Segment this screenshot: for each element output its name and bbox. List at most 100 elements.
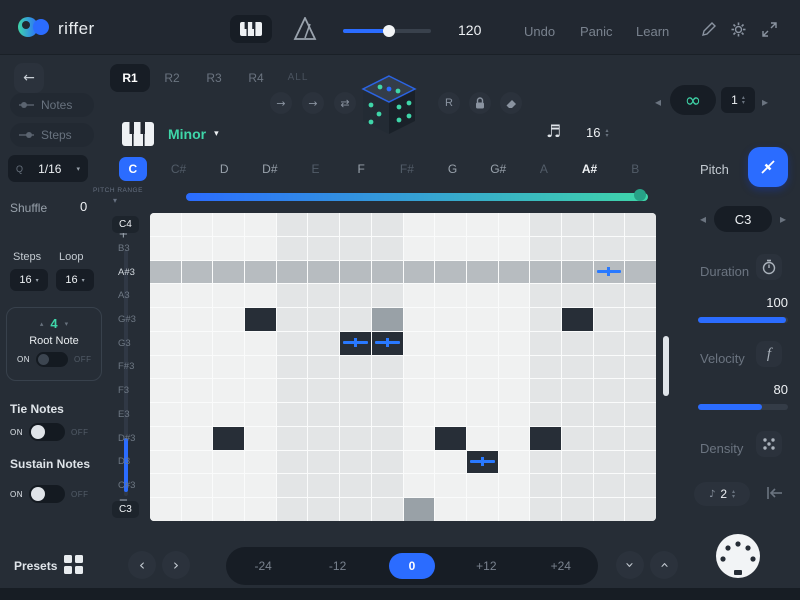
loop-mode-button[interactable]: ∞ xyxy=(670,85,716,115)
grid-cell-as3-16[interactable] xyxy=(625,261,656,284)
shift-left-button[interactable]: → xyxy=(270,92,292,114)
root-note-toggle[interactable] xyxy=(36,352,68,367)
sustain-notes-toggle[interactable] xyxy=(29,485,65,503)
grid-cell-cs3-2[interactable] xyxy=(182,474,213,497)
grid-cell-c4-3[interactable] xyxy=(213,213,244,236)
grid-cell-c4-8[interactable] xyxy=(372,213,403,236)
grid-cell-g3-5[interactable] xyxy=(277,332,308,355)
grid-cell-f3-4[interactable] xyxy=(245,379,276,402)
grid-cell-a3-2[interactable] xyxy=(182,284,213,307)
grid-cell-a3-3[interactable] xyxy=(213,284,244,307)
grid-cell-gs3-16[interactable] xyxy=(625,308,656,331)
grid-cell-f3-5[interactable] xyxy=(277,379,308,402)
grid-cell-cs3-11[interactable] xyxy=(467,474,498,497)
grid-cell-fs3-1[interactable] xyxy=(150,356,181,379)
grid-cell-as3-7[interactable] xyxy=(340,261,371,284)
grid-cell-fs3-14[interactable] xyxy=(562,356,593,379)
grid-cell-as3-5[interactable] xyxy=(277,261,308,284)
note-header-d[interactable]: D xyxy=(201,155,247,183)
grid-cell-g3-8[interactable] xyxy=(372,332,403,355)
grid-cell-c4-7[interactable] xyxy=(340,213,371,236)
grid-cell-c4-14[interactable] xyxy=(562,213,593,236)
grid-cell-a3-10[interactable] xyxy=(435,284,466,307)
tempo-slider-knob[interactable] xyxy=(383,25,395,37)
grid-cell-d3-6[interactable] xyxy=(308,451,339,474)
grid-cell-f3-2[interactable] xyxy=(182,379,213,402)
grid-cell-as3-2[interactable] xyxy=(182,261,213,284)
grid-cell-e3-5[interactable] xyxy=(277,403,308,426)
grid-cell-e3-10[interactable] xyxy=(435,403,466,426)
grid-cell-cs3-8[interactable] xyxy=(372,474,403,497)
grid-cell-g3-7[interactable] xyxy=(340,332,371,355)
steps-mode-button[interactable]: Steps xyxy=(10,123,94,147)
caret-up-icon[interactable]: ▴ xyxy=(40,320,44,328)
note-header-ds[interactable]: D# xyxy=(247,155,293,183)
riff-tab-r3[interactable]: R3 xyxy=(194,64,234,92)
loop-next-chevron[interactable]: ▸ xyxy=(762,95,768,109)
note-header-a[interactable]: A xyxy=(521,155,567,183)
grid-cell-ds3-16[interactable] xyxy=(625,427,656,450)
grid-cell-f3-16[interactable] xyxy=(625,379,656,402)
grid-cell-d3-7[interactable] xyxy=(340,451,371,474)
grid-cell-d3-3[interactable] xyxy=(213,451,244,474)
grid-cell-e3-14[interactable] xyxy=(562,403,593,426)
grid-cell-b3-13[interactable] xyxy=(530,237,561,260)
pitch-range-caret-icon[interactable]: ▾ xyxy=(113,196,117,205)
transpose-0[interactable]: 0 xyxy=(389,553,435,579)
grid-cell-cs3-4[interactable] xyxy=(245,474,276,497)
note-header-gs[interactable]: G# xyxy=(475,155,521,183)
grid-cell-b3-6[interactable] xyxy=(308,237,339,260)
grid-cell-b3-16[interactable] xyxy=(625,237,656,260)
grid-cell-ds3-6[interactable] xyxy=(308,427,339,450)
grid-cell-ds3-5[interactable] xyxy=(277,427,308,450)
transpose--12[interactable]: -12 xyxy=(315,553,361,579)
grid-cell-f3-8[interactable] xyxy=(372,379,403,402)
grid-cell-g3-12[interactable] xyxy=(499,332,530,355)
grid-cell-gs3-8[interactable] xyxy=(372,308,403,331)
grid-cell-ds3-4[interactable] xyxy=(245,427,276,450)
grid-cell-b3-8[interactable] xyxy=(372,237,403,260)
grid-cell-g3-13[interactable] xyxy=(530,332,561,355)
transpose-+12[interactable]: +12 xyxy=(463,553,509,579)
grid-cell-cs3-9[interactable] xyxy=(404,474,435,497)
grid-cell-as3-6[interactable] xyxy=(308,261,339,284)
riff-tab-all[interactable]: ALL xyxy=(278,64,318,92)
grid-cell-cs3-5[interactable] xyxy=(277,474,308,497)
grid-cell-a3-8[interactable] xyxy=(372,284,403,307)
grid-cell-gs3-13[interactable] xyxy=(530,308,561,331)
grid-cell-as3-14[interactable] xyxy=(562,261,593,284)
grid-cell-gs3-5[interactable] xyxy=(277,308,308,331)
grid-cell-a3-14[interactable] xyxy=(562,284,593,307)
grid-cell-as3-1[interactable] xyxy=(150,261,181,284)
root-note-stepper[interactable]: ▴ 4 ▾ xyxy=(7,316,101,331)
grid-cell-e3-7[interactable] xyxy=(340,403,371,426)
grid-cell-fs3-2[interactable] xyxy=(182,356,213,379)
transpose--24[interactable]: -24 xyxy=(240,553,286,579)
grid-cell-d3-12[interactable] xyxy=(499,451,530,474)
grid-cell-c3-1[interactable] xyxy=(150,498,181,521)
grid-cell-fs3-4[interactable] xyxy=(245,356,276,379)
grid-cell-e3-15[interactable] xyxy=(594,403,625,426)
grid-cell-c3-11[interactable] xyxy=(467,498,498,521)
grid-cell-g3-11[interactable] xyxy=(467,332,498,355)
grid-cell-a3-16[interactable] xyxy=(625,284,656,307)
grid-cell-gs3-3[interactable] xyxy=(213,308,244,331)
octave-range-stepper[interactable]: ♪ 2 ▴ ▾ xyxy=(694,482,750,506)
grid-cell-b3-15[interactable] xyxy=(594,237,625,260)
grid-cell-a3-15[interactable] xyxy=(594,284,625,307)
grid-cell-d3-5[interactable] xyxy=(277,451,308,474)
tempo-slider[interactable] xyxy=(343,29,431,33)
grid-cell-fs3-12[interactable] xyxy=(499,356,530,379)
grid-cell-ds3-9[interactable] xyxy=(404,427,435,450)
grid-cell-c4-13[interactable] xyxy=(530,213,561,236)
grid-cell-d3-13[interactable] xyxy=(530,451,561,474)
note-header-c[interactable]: C xyxy=(110,155,156,183)
back-button[interactable]: ← xyxy=(14,63,44,93)
grid-cell-g3-1[interactable] xyxy=(150,332,181,355)
grid-cell-fs3-16[interactable] xyxy=(625,356,656,379)
note-length-handle[interactable] xyxy=(375,341,400,344)
caret-down-icon[interactable]: ▾ xyxy=(65,320,69,328)
grid-cell-gs3-9[interactable] xyxy=(404,308,435,331)
grid-cell-e3-12[interactable] xyxy=(499,403,530,426)
grid-cell-c4-9[interactable] xyxy=(404,213,435,236)
